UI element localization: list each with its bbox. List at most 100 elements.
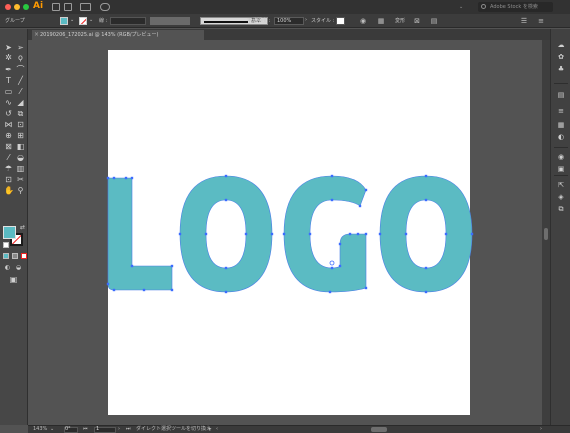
stroke-weight-input[interactable] [110,17,146,25]
libraries-icon[interactable]: ☁ [556,41,566,50]
document-tab[interactable]: × 20190206_172025.ai @ 143% (RGB/プレビュー) [32,30,204,40]
artboard-icon[interactable]: ⊡ [4,175,13,184]
anchor-point[interactable] [330,174,334,178]
column-graph-icon[interactable]: ▥ [16,164,25,173]
rotate-icon[interactable]: ↺ [4,109,13,118]
perspective-grid-icon[interactable]: ⊞ [16,131,25,140]
anchor-point[interactable] [338,242,342,246]
anchor-point[interactable] [112,176,116,180]
recolor-artwork-icon[interactable]: ◉ [359,17,367,25]
close-window-button[interactable] [5,4,11,10]
eraser-icon[interactable]: ◢ [16,98,25,107]
anchor-point[interactable] [142,288,146,292]
zoom-level[interactable]: 143% [33,426,47,433]
zoom-icon[interactable]: ⚲ [16,186,25,195]
symbols-icon[interactable]: ♣ [556,65,566,74]
stock-search-field[interactable]: Adobe Stock を検索 [478,2,553,12]
color-mode-icon[interactable] [3,253,9,259]
layers-icon[interactable]: ◈ [556,193,566,202]
last-artboard-icon[interactable]: ⏭ [126,426,131,433]
anchor-point[interactable] [170,264,174,268]
graphic-styles-icon[interactable]: ▣ [556,165,566,174]
anchor-point[interactable] [358,204,362,208]
swatches-icon[interactable]: ▤ [556,91,566,100]
draw-mode-icon[interactable]: ◐ [3,263,12,272]
anchor-point[interactable] [224,174,228,178]
line-segment-icon[interactable]: ╱ [16,76,25,85]
stroke-panel-icon[interactable]: ≡ [556,107,566,116]
anchor-point[interactable] [224,266,228,270]
hand-icon[interactable]: ✋ [4,186,14,195]
select-similar-icon[interactable]: ▤ [430,17,438,25]
bridge-icon[interactable] [52,3,60,11]
anchor-point[interactable] [244,232,248,236]
vertical-scrollbar[interactable] [542,40,550,425]
graphic-style-swatch[interactable] [336,17,345,25]
anchor-point[interactable] [364,232,368,236]
anchor-point[interactable] [204,232,208,236]
isolate-group-icon[interactable]: ⊠ [413,17,421,25]
anchor-point[interactable] [178,232,182,236]
anchor-point[interactable] [330,198,334,202]
gradient-icon[interactable]: ◧ [16,142,25,151]
zoom-dropdown-icon[interactable]: ⌄ [50,426,54,433]
variable-width-profile[interactable] [150,17,190,25]
horizontal-scroll-thumb[interactable] [371,427,387,432]
zoom-window-button[interactable] [23,4,29,10]
anchor-point[interactable] [328,290,332,294]
shape-builder-icon[interactable]: ⊕ [4,131,13,140]
type-icon[interactable]: T [4,76,13,85]
vertical-scroll-thumb[interactable] [544,228,548,240]
anchor-point[interactable] [364,286,368,290]
fill-dropdown-icon[interactable]: ⌄ [70,16,74,24]
shaper-icon[interactable]: ∿ [4,98,13,107]
anchor-point[interactable] [130,176,134,180]
anchor-point[interactable] [106,176,110,180]
none-mode-icon[interactable] [21,253,27,259]
anchor-point[interactable] [424,290,428,294]
anchor-point[interactable] [364,188,368,192]
control-options-icon[interactable]: ≡ [537,17,545,25]
draw-inside-icon[interactable]: ◒ [14,263,23,272]
export-icon[interactable]: ⇱ [556,181,566,190]
default-colors-icon[interactable] [3,242,9,248]
selection-arrow-icon[interactable]: ➤ [4,43,13,52]
lasso-icon[interactable]: ϙ [16,53,25,62]
fill-color-swatch[interactable] [60,17,68,25]
slice-icon[interactable]: ✂ [16,175,25,184]
fill-color-box[interactable] [3,226,16,239]
anchor-point[interactable] [424,198,428,202]
anchor-point[interactable] [356,232,360,236]
direct-selection-icon[interactable]: ➢ [16,43,25,52]
mesh-icon[interactable]: ⊠ [4,142,13,151]
transform-label[interactable]: 変形 [395,17,405,25]
anchor-point[interactable] [338,264,342,268]
rectangle-icon[interactable]: ▭ [4,87,13,96]
opacity-input[interactable]: 100% [274,17,304,25]
stroke-dropdown-icon[interactable]: ⌄ [89,16,93,24]
first-artboard-icon[interactable]: ⏮ [83,426,88,433]
status-menu-icon[interactable]: ▸ [209,426,212,433]
canvas-area[interactable] [28,40,542,425]
stroke-color-swatch[interactable] [79,17,87,25]
anchor-point[interactable] [170,288,174,292]
anchor-point[interactable] [124,176,128,180]
minimize-window-button[interactable] [14,4,20,10]
symbol-sprayer-icon[interactable]: ☂ [4,164,13,173]
anchor-point[interactable] [404,232,408,236]
color-guide-icon[interactable]: ✿ [556,53,566,62]
paintbrush-icon[interactable]: ⁄ [16,87,25,96]
swap-fill-stroke-icon[interactable]: ⇄ [18,223,27,232]
anchor-point[interactable] [308,232,312,236]
align-icon[interactable]: ▦ [377,17,385,25]
arrange-documents-icon[interactable] [80,3,91,11]
h-scroll-right-icon[interactable]: › [540,426,542,433]
opacity-dropdown-icon[interactable]: › [305,16,307,24]
free-transform-icon[interactable]: ⊡ [16,120,25,129]
anchor-point[interactable] [224,290,228,294]
anchor-point[interactable] [130,264,134,268]
logo-artwork[interactable] [28,40,542,425]
width-icon[interactable]: ⋈ [4,120,13,129]
anchor-point[interactable] [224,198,228,202]
gradient-panel-icon[interactable]: ▦ [556,121,566,130]
